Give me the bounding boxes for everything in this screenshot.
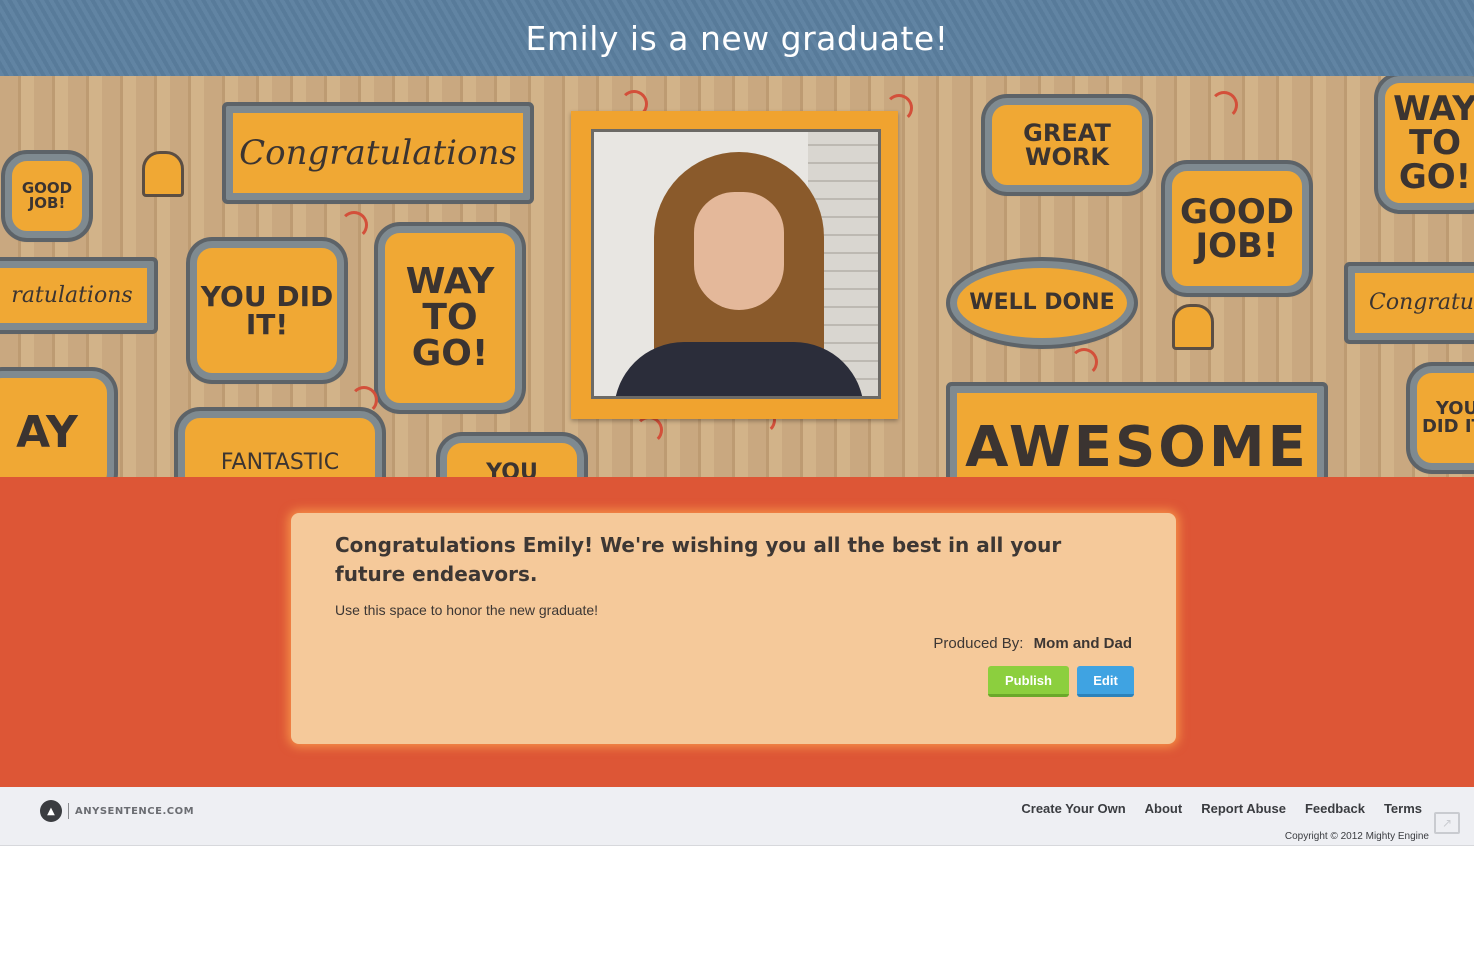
banner-frame-good-job: GOOD JOB! <box>5 154 89 238</box>
page-header: Emily is a new graduate! <box>0 0 1474 76</box>
confetti-icon <box>635 416 663 444</box>
banner-frame-text: WAY TO GO! <box>405 261 495 374</box>
banner-frame-congratul: Congratul <box>1348 266 1474 340</box>
page-title: Emily is a new graduate! <box>525 18 949 58</box>
banner-frame-text: WELL DONE <box>969 290 1115 315</box>
site-logo[interactable]: ▲ ANYSENTENCE.COM <box>40 800 194 822</box>
banner-frame-text: WAY TO GO! <box>1393 89 1474 197</box>
logo-divider <box>68 803 69 819</box>
produced-by-name: Mom and Dad <box>1033 635 1132 652</box>
footer-nav: Create Your Own About Report Abuse Feedb… <box>1021 801 1422 816</box>
photo-face <box>694 192 784 310</box>
banner-frame-you: YOU <box>440 436 584 477</box>
banner-frame-awesome: AWESOME <box>950 386 1324 477</box>
logo-text: ANYSENTENCE.COM <box>75 805 195 817</box>
footer-link-create-your-own[interactable]: Create Your Own <box>1021 801 1125 816</box>
banner-frame-fantastic: FANTASTIC <box>178 411 382 477</box>
banner-frame-text: GOOD JOB! <box>1180 191 1294 266</box>
footer-link-report-abuse[interactable]: Report Abuse <box>1201 801 1286 816</box>
share-icon[interactable]: ↗ <box>1434 812 1460 834</box>
confetti-icon <box>340 211 368 239</box>
confetti-icon <box>350 386 378 414</box>
banner-frame-text: YOU <box>486 460 538 478</box>
banner-frame-text: AWESOME <box>965 415 1309 477</box>
main-section: Congratulations Emily! We're wishing you… <box>0 477 1474 787</box>
banner-frame-ay: AY <box>0 371 114 477</box>
banner-frame-text: Congratulations <box>239 133 517 173</box>
banner-frame-text: AY <box>16 407 78 458</box>
banner-frame-you-did-it-2: YOU DID IT! <box>1410 366 1474 470</box>
banner-frame-text: GREAT WORK <box>1023 119 1111 171</box>
honor-subtext: Use this space to honor the new graduate… <box>335 602 599 618</box>
bell-icon <box>1172 304 1214 350</box>
banner-frame-text: YOU DID IT! <box>200 279 334 341</box>
banner-frame-great-work: GREAT WORK <box>985 98 1149 192</box>
banner-frame-text: ratulations <box>11 282 133 308</box>
bell-icon <box>142 151 184 197</box>
message-card: Congratulations Emily! We're wishing you… <box>291 513 1176 744</box>
photo-shirt <box>614 342 864 396</box>
banner-frame-good-job-2: GOOD JOB! <box>1165 164 1309 293</box>
banner-frame-ratulations: ratulations <box>0 261 154 330</box>
confetti-icon <box>1210 91 1238 119</box>
edit-button[interactable]: Edit <box>1077 666 1134 697</box>
logo-icon: ▲ <box>40 800 62 822</box>
graduate-photo <box>591 129 881 399</box>
footer-link-about[interactable]: About <box>1145 801 1183 816</box>
banner-frame-way-to-go-2: WAY TO GO! <box>1378 76 1474 210</box>
confetti-icon <box>1070 348 1098 376</box>
page-footer: ▲ ANYSENTENCE.COM Create Your Own About … <box>0 787 1474 846</box>
banner-frame-you-did-it: YOU DID IT! <box>190 241 344 380</box>
banner-frame-text: FANTASTIC <box>220 450 340 475</box>
produced-by-label: Produced By: <box>933 635 1024 652</box>
produced-by: Produced By: Mom and Dad <box>933 635 1132 652</box>
congratulations-message: Congratulations Emily! We're wishing you… <box>335 533 1062 586</box>
banner-frame-text: GOOD JOB! <box>21 179 73 212</box>
banner-frame-congratulations: Congratulations <box>226 106 530 200</box>
banner-frame-text: YOU DID IT! <box>1421 398 1474 437</box>
banner-frame-well-done: WELL DONE <box>950 261 1134 345</box>
copyright: Copyright © 2012 Mighty Engine <box>1284 831 1429 842</box>
banner-frame-way-to-go: WAY TO GO! <box>378 226 522 410</box>
footer-link-terms[interactable]: Terms <box>1384 801 1422 816</box>
footer-link-feedback[interactable]: Feedback <box>1305 801 1365 816</box>
publish-button[interactable]: Publish <box>988 666 1069 697</box>
banner-frame-text: Congratul <box>1368 290 1474 315</box>
